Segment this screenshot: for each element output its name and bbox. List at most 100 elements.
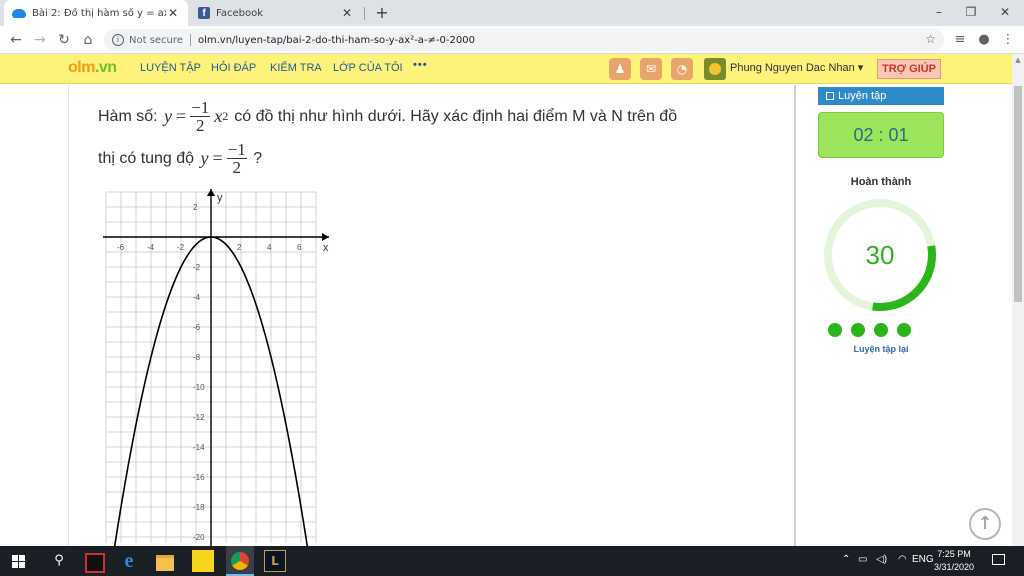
league-icon[interactable]: L (264, 550, 286, 572)
tab-facebook[interactable]: f Facebook ✕ (190, 0, 362, 26)
screen: Bài 2: Đồ thị hàm số y = ax² (a ≠ ✕ f Fa… (0, 0, 1024, 576)
x-tick-label: 6 (297, 243, 302, 252)
math-exp: 2 (222, 109, 229, 123)
add-friend-icon[interactable]: ♟ (609, 58, 631, 80)
attempt-dots (828, 323, 911, 337)
tab-olm[interactable]: Bài 2: Đồ thị hàm số y = ax² (a ≠ ✕ (4, 0, 188, 26)
question-text: có đồ thị như hình dưới. Hãy xác định ha… (234, 107, 678, 125)
attempt-dot (851, 323, 865, 337)
windows-start-icon[interactable] (12, 555, 25, 568)
nav-qa[interactable]: HỎI ĐÁP (211, 62, 256, 74)
practice-mode-header[interactable]: Luyện tập (818, 87, 944, 105)
menu-dots-icon[interactable]: ⋮ (998, 30, 1018, 50)
frac-num: −1 (190, 98, 211, 117)
question-line-1: Hàm số: y = −1 2 x 2 có đồ thị như hình … (98, 99, 677, 134)
frac-den: 2 (195, 116, 205, 135)
help-button[interactable]: TRỢ GIÚP (877, 59, 941, 79)
edge-icon[interactable]: e (118, 550, 140, 572)
notification-icon[interactable]: ◔ (671, 58, 693, 80)
reading-list-icon[interactable]: ≡ (950, 30, 970, 50)
scroll-up-arrow-icon[interactable]: ▲ (1012, 56, 1024, 66)
home-icon[interactable]: ⌂ (78, 30, 98, 50)
question-text: thị có tung độ (98, 149, 195, 167)
volume-icon[interactable]: ◁) (876, 554, 887, 565)
y-tick-label: -2 (193, 263, 201, 272)
system-clock[interactable]: 7:25 PM 3/31/2020 (926, 548, 982, 574)
close-tab-icon[interactable]: ✕ (340, 6, 354, 20)
forward-arrow-icon[interactable]: → (30, 30, 50, 50)
network-icon[interactable]: ▭ (858, 554, 867, 565)
nav-more[interactable]: ••• (413, 59, 428, 71)
question-text: ? (253, 149, 263, 167)
scroll-top-button[interactable]: ↑ (969, 508, 1001, 540)
profile-icon[interactable]: ● (974, 30, 994, 50)
y-tick-label: 2 (193, 203, 198, 212)
site-nav-bar: olm.vn LUYỆN TẬP HỎI ĐÁP KIỂM TRA LỚP CỦ… (0, 54, 1024, 84)
question-text: Hàm số: (98, 107, 158, 125)
coef-fraction: −1 2 (190, 98, 211, 135)
attempt-dot (897, 323, 911, 337)
math-var: y (200, 148, 209, 168)
y-axis-label: y (217, 192, 223, 204)
x-tick-label: 2 (237, 243, 242, 252)
omnibox-separator (189, 34, 191, 46)
math-eq: = (176, 106, 187, 126)
info-icon[interactable]: i (112, 34, 124, 46)
user-avatar[interactable] (704, 58, 726, 80)
chrome-icon[interactable] (226, 546, 254, 576)
y-tick-label: -10 (193, 383, 205, 392)
x-tick-label: -4 (147, 243, 155, 252)
user-menu[interactable]: Phung Nguyen Dac Nhan ▾ (730, 61, 863, 74)
url-text[interactable]: olm.vn/luyen-tap/bai-2-do-thi-ham-so-y-a… (198, 35, 475, 46)
x-axis-arrow (322, 233, 329, 241)
restore-button[interactable]: ❐ (956, 2, 986, 22)
retry-link[interactable]: Luyện tập lại (818, 344, 944, 354)
column-border (68, 85, 69, 546)
action-center-icon[interactable] (992, 554, 1005, 565)
tab-title: Facebook (216, 7, 263, 19)
y-tick-label: -8 (193, 353, 201, 362)
nav-my-class[interactable]: LỚP CỦA TÔI (333, 62, 403, 74)
wifi-icon[interactable]: ◠ (898, 554, 907, 565)
sticky-notes-icon[interactable] (192, 550, 214, 572)
bookmark-star-icon[interactable]: ☆ (925, 32, 936, 46)
olm-favicon-icon (12, 8, 26, 18)
nav-test[interactable]: KIỂM TRA (270, 62, 322, 74)
security-label: Not secure (129, 34, 183, 46)
y-tick-label: -18 (193, 503, 205, 512)
tray-chevron-icon[interactable]: ⌃ (842, 554, 850, 565)
parabola-graph: x y -6 -4 -2 2 4 6 2 -2 -4 -6 -8 -10 -12 -14 -16 -18 -20 (103, 189, 329, 546)
x-tick-label: -2 (177, 243, 185, 252)
minimize-button[interactable]: – (924, 2, 954, 22)
question-line-2: thị có tung độ y = −1 2 ? (98, 141, 262, 176)
x-tick-label: -6 (117, 243, 125, 252)
new-tab-button[interactable]: + (372, 3, 392, 23)
scrollbar-thumb[interactable] (1014, 86, 1022, 302)
y-tick-label: -20 (193, 533, 205, 542)
reload-icon[interactable]: ↻ (54, 30, 74, 50)
frac-num: −1 (226, 140, 247, 159)
math-var: x (214, 106, 223, 126)
y-tick-label: -16 (193, 473, 205, 482)
logo-domain: .vn (94, 59, 117, 76)
frac-den: 2 (232, 158, 241, 177)
back-arrow-icon[interactable]: ← (6, 30, 26, 50)
score-value: 30 (865, 240, 895, 270)
timer: 02 : 01 (818, 112, 944, 158)
olm-logo[interactable]: olm.vn (68, 59, 117, 77)
math-var: y (164, 106, 173, 126)
game-app-icon[interactable] (82, 550, 105, 573)
attempt-dot (874, 323, 888, 337)
url-omnibox[interactable]: i Not secure olm.vn/luyen-tap/bai-2-do-t… (104, 29, 944, 51)
close-tab-icon[interactable]: ✕ (166, 6, 180, 20)
y-tick-label: -12 (193, 413, 205, 422)
page-content: Hàm số: y = −1 2 x 2 có đồ thị như hình … (0, 85, 1012, 546)
chat-icon[interactable]: ✉ (640, 58, 662, 80)
search-icon[interactable]: ⚲ (48, 550, 70, 572)
close-window-button[interactable]: ✕ (990, 2, 1020, 22)
file-explorer-icon[interactable] (154, 550, 176, 572)
nav-practice[interactable]: LUYỆN TẬP (140, 62, 201, 74)
progress-label: Hoàn thành (850, 176, 912, 188)
address-bar: ← → ↻ ⌂ i Not secure olm.vn/luyen-tap/ba… (0, 26, 1024, 54)
y-tick-label: -14 (193, 443, 205, 452)
